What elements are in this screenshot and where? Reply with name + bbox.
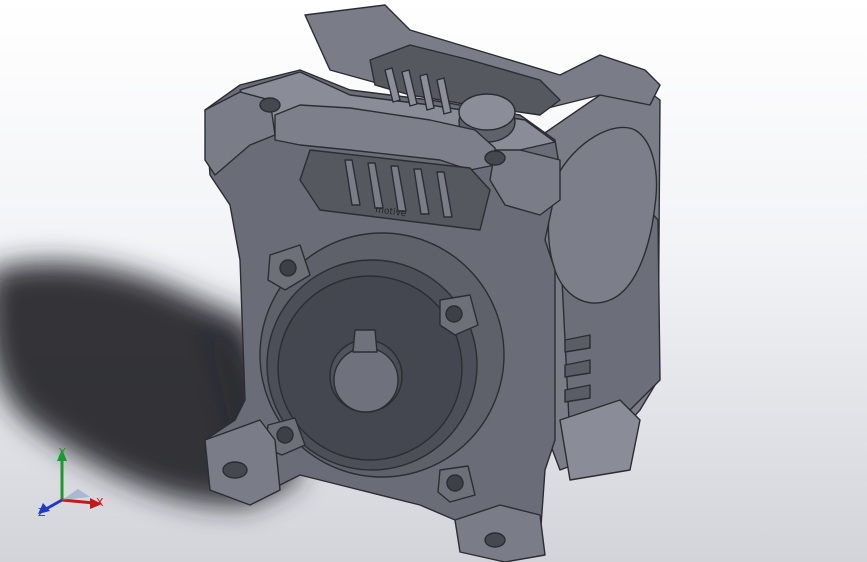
foot-hole-right — [484, 532, 506, 548]
top-plug-cap — [458, 93, 516, 131]
output-bore — [333, 347, 399, 413]
right-corner-hole — [484, 150, 506, 166]
left-corner-hole — [259, 97, 281, 113]
axis-label-x: X — [96, 496, 104, 509]
axis-triad: Y X Z — [30, 445, 120, 525]
model-scene[interactable]: motive — [0, 0, 867, 562]
axis-label-y: Y — [59, 446, 66, 459]
foot-hole-left — [222, 461, 248, 479]
axis-label-z: Z — [38, 506, 46, 519]
gearbox-housing[interactable] — [204, 4, 661, 562]
right-side-ribs — [564, 334, 591, 403]
keyway — [352, 329, 378, 353]
graphics-viewport[interactable]: motive Y X Z — [0, 0, 867, 562]
